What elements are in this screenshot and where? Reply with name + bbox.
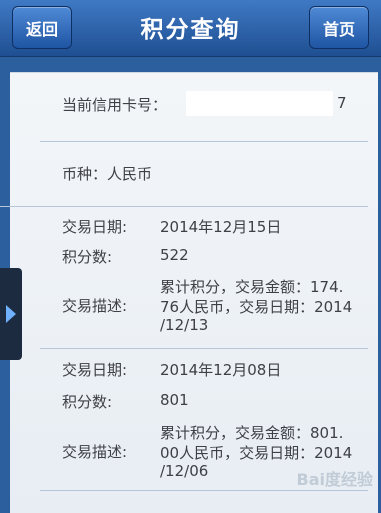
desc-line: 累计积分，交易金额：174. <box>160 278 344 296</box>
watermark: Bai度经验 <box>296 470 373 489</box>
card-number-masked <box>186 91 333 116</box>
desc-label: 交易描述: <box>62 297 128 315</box>
drawer-toggle-button[interactable] <box>0 268 22 360</box>
divider <box>40 490 368 491</box>
currency-text: 币种：人民币 <box>62 165 153 183</box>
transaction-points: 801 <box>160 391 189 409</box>
desc-label: 交易描述: <box>62 443 128 461</box>
transaction-date: 2014年12月08日 <box>160 361 282 379</box>
desc-line: /12/13 <box>160 316 209 334</box>
divider <box>40 348 368 349</box>
desc-line: 76人民币，交易日期：2014 <box>160 298 353 316</box>
points-label: 积分数: <box>62 248 113 266</box>
desc-line: 00人民币，交易日期：2014 <box>160 444 353 462</box>
card-number-tail: 7 <box>337 94 347 112</box>
home-button[interactable]: 首页 <box>309 6 369 49</box>
date-label: 交易日期: <box>62 218 128 236</box>
points-label: 积分数: <box>62 393 113 411</box>
date-label: 交易日期: <box>62 361 128 379</box>
desc-line: /12/06 <box>160 462 209 480</box>
transaction-date: 2014年12月15日 <box>160 218 282 236</box>
desc-line: 累计积分，交易金额：801. <box>160 424 344 442</box>
divider <box>40 141 368 142</box>
transaction-points: 522 <box>160 246 189 264</box>
divider <box>0 206 368 207</box>
card-number-label: 当前信用卡号： <box>62 96 168 114</box>
top-bar: 返回 积分查询 首页 <box>0 0 381 57</box>
